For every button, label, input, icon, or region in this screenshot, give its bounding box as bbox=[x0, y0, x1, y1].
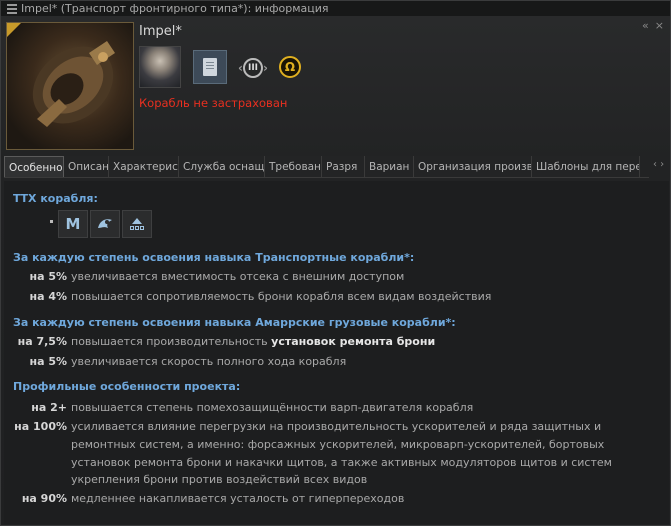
wing-right-icon: › bbox=[263, 61, 268, 75]
tab-bar: Особенно Описан Характерис Служба оснащ … bbox=[4, 156, 649, 178]
mining-bonus-icon[interactable]: М bbox=[58, 210, 88, 238]
title-bar[interactable]: Impel* (Транспорт фронтирного типа*): ин… bbox=[1, 1, 670, 16]
ttx-icons: М bbox=[58, 210, 152, 238]
bonus-text-line: усиливается влияние перегрузки на произв… bbox=[71, 420, 602, 433]
armor-repairer-link[interactable]: установок ремонта брони bbox=[271, 335, 435, 348]
window-controls: « × bbox=[642, 19, 664, 32]
bonus-amount: на 7,5% bbox=[17, 335, 67, 348]
tab-fitting[interactable]: Служба оснащ bbox=[179, 156, 265, 177]
tab-scroll-arrows[interactable]: ‹ › bbox=[653, 159, 664, 170]
section-amarr-freighter-title: За каждую степень освоения навыка Амаррс… bbox=[13, 316, 456, 329]
ship-name: Impel* bbox=[139, 24, 182, 39]
window-title: Impel* (Транспорт фронтирного типа*): ин… bbox=[21, 2, 329, 15]
ttx-dot bbox=[50, 220, 53, 223]
close-icon[interactable]: × bbox=[655, 19, 664, 32]
tab-industry[interactable]: Организация произв bbox=[414, 156, 532, 177]
tab-variations-skills[interactable]: Разря bbox=[322, 156, 365, 177]
bonus-text: медленнее накапливается усталость от гип… bbox=[71, 492, 405, 505]
show-info-button[interactable] bbox=[193, 50, 227, 84]
drone-icon[interactable] bbox=[90, 210, 120, 238]
bonus-text: увеличивается вместимость отсека с внешн… bbox=[71, 270, 405, 283]
tab-blueprints[interactable]: Шаблоны для перет bbox=[532, 156, 640, 177]
skill-rank-badge[interactable]: ‹ III › bbox=[235, 55, 271, 81]
bonus-amount: на 5% bbox=[29, 270, 67, 283]
ship-render-icon bbox=[32, 41, 115, 127]
section-transport-ships-title: За каждую степень освоения навыка Трансп… bbox=[13, 251, 415, 264]
bonus-text-plain: повышается производительность bbox=[71, 335, 272, 348]
tab-variants[interactable]: Вариан bbox=[365, 156, 414, 177]
collapse-icon[interactable]: « bbox=[642, 19, 649, 32]
tab-attributes[interactable]: Характерис bbox=[109, 156, 179, 177]
pilot-avatar[interactable] bbox=[139, 46, 181, 88]
bonus-text: повышается сопротивляемость брони корабл… bbox=[71, 290, 492, 303]
ttx-heading: ТТХ корабля: bbox=[13, 192, 98, 205]
bonus-text-line: ремонтных систем, а именно: форсажных ус… bbox=[71, 438, 605, 451]
bonus-amount: на 5% bbox=[29, 355, 67, 368]
section-role-bonus-title: Профильные особенности проекта: bbox=[13, 380, 241, 393]
omega-icon[interactable]: Ω bbox=[279, 56, 301, 78]
ship-portrait[interactable] bbox=[6, 22, 134, 150]
document-icon bbox=[203, 58, 217, 76]
bonus-text: увеличивается скорость полного хода кора… bbox=[71, 355, 347, 368]
bonus-text-line: укрепления брони против воздействий всех… bbox=[71, 473, 368, 486]
bonus-amount: на 100% bbox=[14, 420, 67, 433]
bonus-text-line: установок ремонта брони и накачки щитов,… bbox=[71, 456, 612, 469]
grid-icon[interactable] bbox=[122, 210, 152, 238]
info-window: Impel* (Транспорт фронтирного типа*): ин… bbox=[0, 0, 671, 526]
bonus-text: повышается степень помехозащищённости ва… bbox=[71, 401, 474, 414]
bonus-amount: на 90% bbox=[21, 492, 67, 505]
tab-description[interactable]: Описан bbox=[64, 156, 109, 177]
bonus-text: повышается производительность установок … bbox=[71, 335, 435, 348]
bonus-amount: на 2+ bbox=[31, 401, 67, 414]
insurance-status: Корабль не застрахован bbox=[139, 96, 288, 110]
tab-requirements[interactable]: Требован bbox=[265, 156, 322, 177]
bonus-amount: на 4% bbox=[29, 290, 67, 303]
window-menu-icon[interactable] bbox=[7, 3, 17, 14]
tab-traits[interactable]: Особенно bbox=[4, 156, 64, 177]
rank-label: III bbox=[243, 58, 263, 78]
